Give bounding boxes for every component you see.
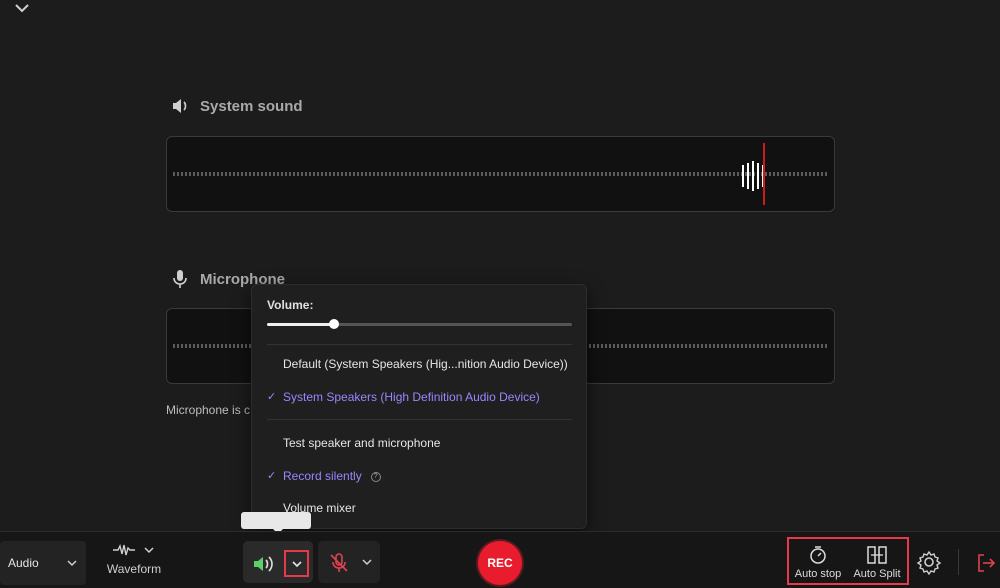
waveform-peak: [742, 161, 764, 191]
split-icon: [867, 546, 887, 564]
volume-label: Volume:: [267, 298, 314, 312]
record-silently-option[interactable]: Record silently?: [283, 469, 381, 483]
record-button-label: REC: [487, 556, 513, 570]
volume-slider-knob[interactable]: [329, 319, 340, 329]
speaker-active-icon: [254, 556, 273, 572]
playhead-marker: [763, 143, 765, 205]
speaker-icon: [173, 99, 187, 113]
system-sound-waveform: [166, 136, 835, 212]
device-option-system-speakers[interactable]: System Speakers (High Definition Audio D…: [283, 390, 540, 404]
timer-icon: [810, 546, 826, 564]
collapse-chevron-icon[interactable]: [10, 0, 34, 18]
checkmark-icon: ✓: [267, 391, 277, 403]
microphone-muted-icon[interactable]: [328, 552, 350, 574]
chevron-down-icon: [291, 560, 302, 567]
auto-stop-label: Auto stop: [794, 568, 842, 580]
microphone-note: Microphone is c: [166, 403, 251, 417]
chevron-down-icon[interactable]: [361, 558, 373, 566]
exit-icon[interactable]: [975, 552, 997, 574]
chevron-down-icon: [144, 547, 154, 554]
microphone-control-group: [318, 541, 380, 583]
auto-split-button[interactable]: Auto Split: [849, 545, 905, 580]
microphone-icon: [173, 270, 187, 288]
device-option-default[interactable]: Default (System Speakers (Hig...nition A…: [283, 357, 568, 371]
toolbar-divider: [958, 549, 959, 575]
speaker-options-menu: Volume: Default (System Speakers (Hig...…: [251, 284, 587, 529]
gear-icon[interactable]: [916, 549, 942, 575]
mode-select-value: Audio: [8, 556, 39, 570]
speaker-options-dropdown[interactable]: [284, 550, 309, 577]
auto-controls-group: Auto stop Auto Split: [787, 537, 909, 585]
mode-select[interactable]: Audio: [0, 541, 86, 585]
auto-split-label: Auto Split: [853, 568, 901, 580]
waveform-label: Waveform: [106, 562, 162, 576]
volume-slider-fill: [267, 323, 335, 326]
system-sound-header: System sound: [170, 96, 303, 116]
help-icon[interactable]: ?: [370, 471, 381, 482]
waveform-icon: [113, 544, 135, 556]
chevron-down-icon: [67, 560, 77, 567]
system-sound-title: System sound: [200, 97, 303, 115]
checkmark-icon: ✓: [267, 470, 277, 482]
record-button[interactable]: REC: [478, 541, 522, 585]
record-silently-label: Record silently: [283, 469, 362, 483]
speaker-toggle-button[interactable]: [247, 547, 281, 581]
auto-stop-button[interactable]: Auto stop: [790, 545, 846, 580]
tooltip: [241, 512, 311, 534]
waveform-view-button[interactable]: Waveform: [100, 544, 168, 584]
test-speaker-mic-option[interactable]: Test speaker and microphone: [283, 436, 440, 450]
volume-slider[interactable]: [267, 319, 572, 329]
